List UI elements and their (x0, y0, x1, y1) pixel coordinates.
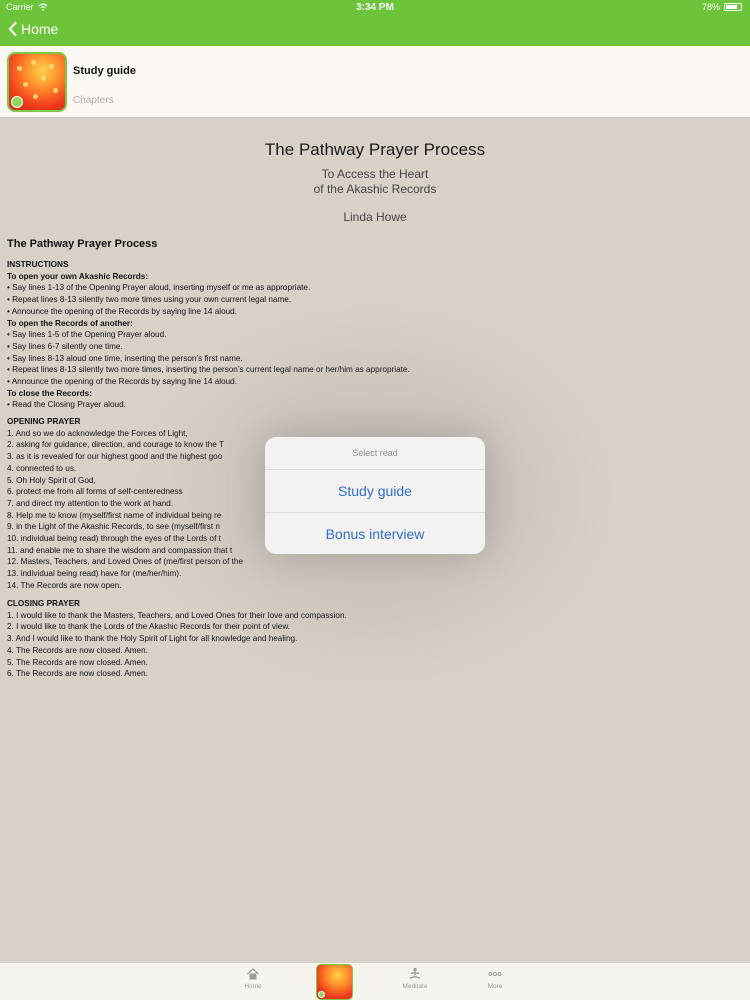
closing-prayer-heading: CLOSING PRAYER (7, 599, 80, 608)
back-label: Home (21, 21, 59, 37)
close-records-heading: To close the Records: (7, 388, 92, 398)
subtitle-line: To Access the Heart (321, 167, 429, 181)
option-bonus-interview[interactable]: Bonus interview (265, 512, 485, 554)
instruction-line: • Announce the opening of the Records by… (7, 377, 238, 387)
battery-indicator: 78% (702, 2, 742, 12)
section-heading: The Pathway Prayer Process (7, 238, 158, 250)
prayer-line: 4. connected to us. (7, 463, 77, 473)
gear-badge-icon (11, 96, 23, 108)
battery-percent: 78% (701, 2, 720, 12)
tab-more[interactable]: More (470, 967, 520, 990)
instruction-line: • Say lines 6-7 silently one time. (7, 341, 123, 351)
prayer-line: 8. Help me to know (myself/first name of… (7, 510, 222, 520)
opening-prayer-block: OPENING PRAYER 1. And so we do acknowled… (7, 416, 243, 592)
another-records-heading: To open the Records of another: (7, 318, 133, 328)
clock: 3:34 PM (356, 2, 394, 13)
document-title: The Pathway Prayer Process (264, 140, 486, 159)
prayer-line: 9. in the Light of the Akashic Records, … (7, 522, 220, 532)
prayer-line: 2. I would like to thank the Lords of th… (7, 622, 291, 632)
tab-meditate[interactable]: Meditate (390, 967, 440, 990)
document-subtitle: To Access the Heart of the Akashic Recor… (0, 167, 750, 197)
gear-badge-icon (318, 991, 325, 998)
instruction-line: • Say lines 1-5 of the Opening Prayer al… (7, 330, 167, 340)
back-button[interactable]: Home (8, 21, 58, 37)
battery-icon (724, 3, 742, 11)
prayer-line: 12. Masters, Teachers, and Loved Ones of… (7, 557, 244, 567)
prayer-line: 11. and enable me to share the wisdom an… (7, 545, 233, 555)
app-logo-icon (7, 52, 67, 112)
navigation-bar: Carrier 3:34 PM 78% Home (0, 0, 750, 46)
status-bar: Carrier 3:34 PM 78% (0, 0, 750, 16)
instructions-block: INSTRUCTIONS To open your own Akashic Re… (7, 259, 410, 411)
option-study-guide[interactable]: Study guide (265, 470, 485, 512)
prayer-line: 5. The Records are now closed. Amen. (7, 657, 148, 667)
instructions-heading: INSTRUCTIONS (7, 260, 69, 269)
instruction-line: • Announce the opening of the Records by… (7, 306, 238, 316)
own-records-heading: To open your own Akashic Records: (7, 271, 149, 281)
prayer-line: 6. The Records are now closed. Amen. (7, 669, 148, 679)
instruction-line: • Say lines 1-13 of the Opening Prayer a… (7, 283, 311, 293)
more-icon (488, 972, 502, 976)
instruction-line: • Read the Closing Prayer aloud. (7, 400, 126, 410)
chevron-left-icon (8, 22, 17, 36)
instruction-line: • Repeat lines 8-13 silently two more ti… (7, 365, 410, 375)
prayer-line: 6. protect me from all forms of self-cen… (7, 487, 183, 497)
prayer-line: 1. And so we do acknowledge the Forces o… (7, 428, 188, 438)
meditate-icon (409, 967, 421, 980)
prayer-line: 1. I would like to thank the Masters, Te… (7, 610, 347, 620)
closing-prayer-block: CLOSING PRAYER 1. I would like to thank … (7, 598, 347, 680)
tab-app-logo[interactable] (316, 964, 353, 1000)
tab-home[interactable]: Home (228, 967, 278, 990)
opening-prayer-heading: OPENING PRAYER (7, 417, 81, 426)
select-read-popover: Select read Study guide Bonus interview (265, 437, 485, 554)
prayer-line: 3. And I would like to thank the Holy Sp… (7, 634, 298, 644)
prayer-line: 13. individual being read) have for (me/… (7, 569, 182, 579)
tab-bar: Home Meditate More (0, 962, 750, 1000)
subtitle-line: of the Akashic Records (313, 182, 437, 196)
prayer-line: 3. as it is revealed for our highest goo… (7, 452, 223, 462)
tab-label: Meditate (402, 983, 428, 990)
prayer-line: 2. asking for guidance, direction, and c… (7, 440, 224, 450)
header-subtitle[interactable]: Chapters (73, 95, 114, 106)
tab-label: Home (244, 983, 262, 990)
instruction-line: • Repeat lines 8-13 silently two more ti… (7, 295, 292, 305)
prayer-line: 5. Oh Holy Spirit of God, (7, 475, 96, 485)
prayer-line: 14. The Records are now open. (7, 580, 122, 590)
prayer-line: 4. The Records are now closed. Amen. (7, 645, 148, 655)
popover-title: Select read (265, 437, 485, 470)
home-icon (247, 968, 259, 980)
guide-header: Study guide Chapters (0, 46, 750, 118)
header-title: Study guide (73, 65, 136, 77)
prayer-line: 7. and direct my attention to the work a… (7, 498, 174, 508)
tab-label: More (487, 983, 503, 990)
prayer-line: 10. individual being read) through the e… (7, 534, 221, 544)
instruction-line: • Say lines 8-13 aloud one time, inserti… (7, 353, 243, 363)
document-author: Linda Howe (343, 210, 407, 224)
